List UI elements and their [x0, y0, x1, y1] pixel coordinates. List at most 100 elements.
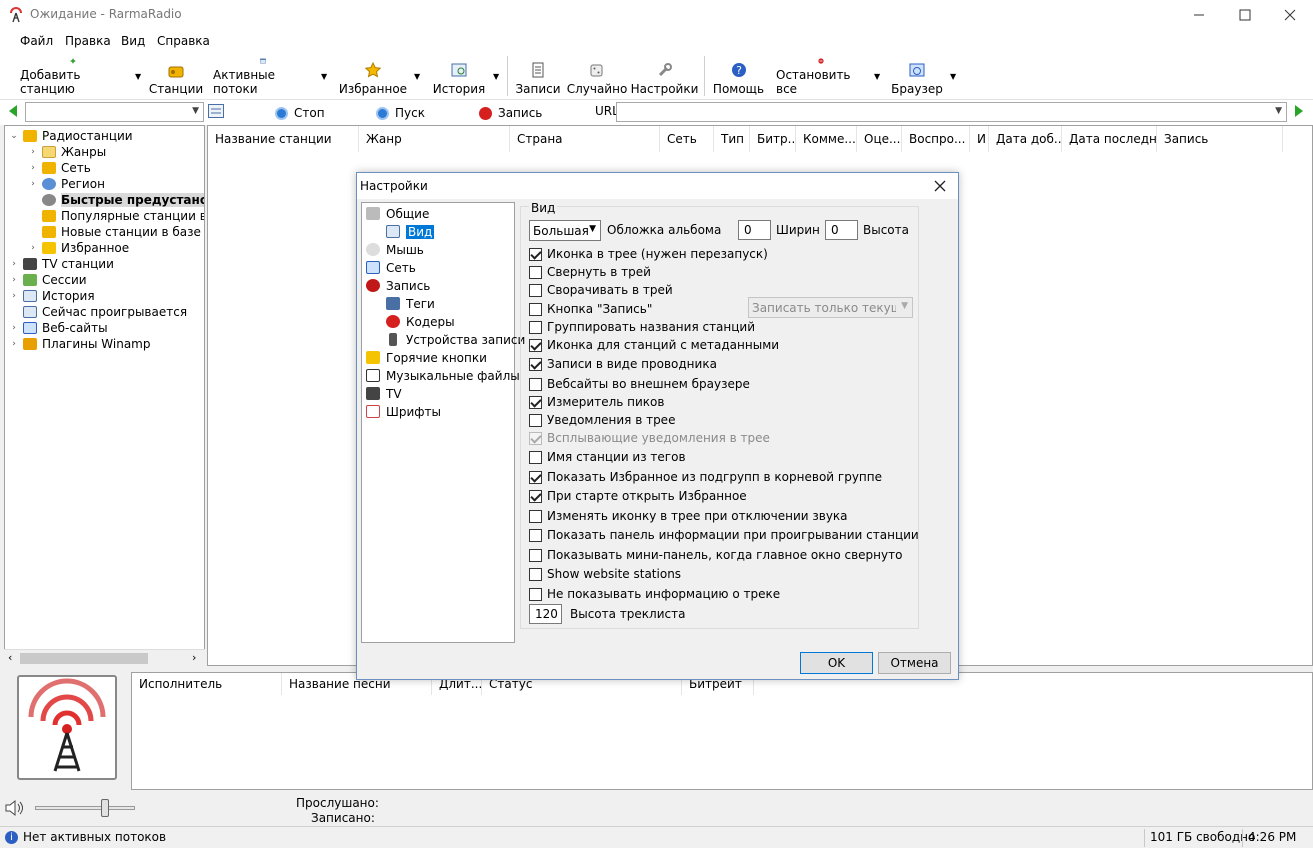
opt-explorer-records[interactable]: Записи в виде проводника	[529, 356, 717, 372]
nav-fonts[interactable]: Шрифты	[366, 403, 441, 420]
active-streams-dropdown[interactable]: ▼	[321, 72, 327, 81]
opt-info-panel[interactable]: Показать панель информации при проигрыва…	[529, 527, 919, 543]
browser-button[interactable]: Браузер	[891, 58, 943, 96]
col-i[interactable]: И	[970, 126, 989, 152]
nav-encoders[interactable]: Кодеры	[386, 313, 455, 330]
volume-thumb[interactable]	[101, 799, 109, 817]
checkbox[interactable]	[529, 283, 542, 297]
tree-node-favorites[interactable]: › Избранное	[27, 240, 129, 256]
width-input[interactable]: 0	[738, 220, 771, 240]
checkbox[interactable]	[529, 470, 542, 484]
checkbox[interactable]	[529, 395, 542, 409]
nav-general[interactable]: Общие	[366, 205, 429, 222]
cover-size-select[interactable]: Большая ▼	[529, 220, 601, 241]
nav-music-files[interactable]: Музыкальные файлы	[366, 367, 520, 384]
station-tree[interactable]: ⌄ Радиостанции › Жанры › Сеть › Регион Б…	[4, 125, 205, 666]
station-combo[interactable]: ▼	[25, 102, 204, 122]
tracklist-height-input[interactable]: 120	[529, 604, 562, 624]
menu-file[interactable]: Файл	[20, 34, 53, 48]
col-genre[interactable]: Жанр	[359, 126, 510, 152]
maximize-button[interactable]	[1222, 0, 1268, 30]
checkbox[interactable]	[529, 548, 542, 562]
chevron-left-icon[interactable]: ‹	[8, 651, 12, 664]
go-arrow-icon[interactable]	[1294, 104, 1304, 121]
browser-dropdown[interactable]: ▼	[950, 72, 956, 81]
checkbox[interactable]	[529, 509, 542, 523]
nav-view[interactable]: Вид	[386, 223, 435, 240]
tree-node-region[interactable]: › Регион	[27, 176, 105, 192]
checkbox[interactable]	[529, 528, 542, 542]
nav-mouse[interactable]: Мышь	[366, 241, 424, 258]
close-button[interactable]	[1267, 0, 1313, 30]
active-streams-button[interactable]: Активные потоки	[213, 58, 313, 96]
random-button[interactable]: Случайно	[567, 58, 627, 96]
list-icon[interactable]	[208, 104, 224, 122]
col-type[interactable]: Тип	[714, 126, 750, 152]
help-button[interactable]: ? Помощь	[712, 58, 765, 96]
tree-node-network[interactable]: › Сеть	[27, 160, 91, 176]
col-plays[interactable]: Воспро...	[902, 126, 970, 152]
tree-node-sessions[interactable]: › Сессии	[8, 272, 86, 288]
tree-node-websites[interactable]: › Веб-сайты	[8, 320, 107, 336]
cancel-button[interactable]: Отмена	[878, 652, 951, 674]
add-station-button[interactable]: Добавить станцию	[20, 58, 126, 96]
nav-hotkeys[interactable]: Горячие кнопки	[366, 349, 487, 366]
opt-favorites-subgroups[interactable]: Показать Избранное из подгрупп в корнево…	[529, 469, 882, 485]
volume-slider[interactable]	[35, 806, 135, 810]
menu-edit[interactable]: Правка	[65, 34, 111, 48]
opt-mini-panel[interactable]: Показывать мини-панель, когда главное ок…	[529, 547, 902, 563]
checkbox[interactable]	[529, 265, 542, 279]
speaker-icon[interactable]	[4, 799, 26, 820]
col-comment[interactable]: Комме...	[796, 126, 857, 152]
settings-button[interactable]: Настройки	[631, 58, 698, 96]
col-artist[interactable]: Исполнитель	[132, 673, 282, 695]
checkbox[interactable]	[529, 413, 542, 427]
tree-node-new-stations[interactable]: Новые станции в базе данных	[27, 224, 204, 240]
history-dropdown[interactable]: ▼	[493, 72, 499, 81]
col-bitrate[interactable]: Битр...	[750, 126, 796, 152]
tree-node-radio-stations[interactable]: ⌄ Радиостанции	[8, 128, 132, 144]
dialog-close-icon[interactable]	[933, 179, 947, 196]
checkbox[interactable]	[529, 338, 542, 352]
track-list[interactable]: Исполнитель Название песни Длит... Стату…	[131, 672, 1313, 790]
opt-minimize-to-tray[interactable]: Свернуть в трей	[529, 264, 651, 280]
play-button[interactable]: Пуск	[376, 103, 425, 123]
tree-scrollbar[interactable]: ‹ ›	[4, 649, 205, 666]
nav-tv[interactable]: TV	[366, 385, 402, 402]
favorites-button[interactable]: Избранное	[339, 58, 407, 96]
tree-node-now-playing[interactable]: Сейчас проигрывается	[8, 304, 187, 320]
records-button[interactable]: Записи	[515, 58, 561, 96]
chevron-right-icon[interactable]: ›	[192, 651, 196, 664]
col-station-name[interactable]: Название станции	[208, 126, 359, 152]
opt-group-station-names[interactable]: Группировать названия станций	[529, 319, 755, 335]
stop-button[interactable]: Стоп	[275, 103, 325, 123]
col-date-last[interactable]: Дата последн...	[1062, 126, 1157, 152]
scroll-thumb[interactable]	[20, 653, 148, 664]
checkbox[interactable]	[529, 377, 542, 391]
opt-mute-tray-icon[interactable]: Изменять иконку в трее при отключении зв…	[529, 508, 848, 524]
tree-node-winamp-plugins[interactable]: › Плагины Winamp	[8, 336, 150, 352]
record-button[interactable]: Запись	[479, 103, 542, 123]
col-record[interactable]: Запись	[1157, 126, 1283, 152]
favorites-dropdown[interactable]: ▼	[414, 72, 420, 81]
url-input[interactable]: ▼	[616, 102, 1287, 122]
checkbox[interactable]	[529, 567, 542, 581]
stop-all-button[interactable]: Остановить все	[776, 58, 866, 96]
height-input[interactable]: 0	[825, 220, 858, 240]
menu-help[interactable]: Справка	[157, 34, 210, 48]
minimize-button[interactable]	[1176, 0, 1222, 30]
opt-hide-track-info[interactable]: Не показывать информацию о треке	[529, 586, 780, 602]
opt-minimize-tray-auto[interactable]: Сворачивать в трей	[529, 282, 673, 298]
col-date-added[interactable]: Дата доб...	[989, 126, 1062, 152]
stations-button[interactable]: Станции	[149, 58, 203, 96]
stop-all-dropdown[interactable]: ▼	[874, 72, 880, 81]
col-country[interactable]: Страна	[510, 126, 660, 152]
opt-tray-icon[interactable]: Иконка в трее (нужен перезапуск)	[529, 246, 768, 262]
tree-node-quick-presets[interactable]: Быстрые предустановки	[27, 192, 204, 208]
opt-external-browser[interactable]: Вебсайты во внешнем браузере	[529, 376, 750, 392]
nav-network[interactable]: Сеть	[366, 259, 416, 276]
settings-nav[interactable]: Общие Вид Мышь Сеть Запись Теги Кодеры У…	[361, 202, 525, 643]
nav-record-devices[interactable]: Устройства записи	[386, 331, 525, 348]
history-button[interactable]: История	[433, 58, 485, 96]
nav-tags[interactable]: Теги	[386, 295, 435, 312]
